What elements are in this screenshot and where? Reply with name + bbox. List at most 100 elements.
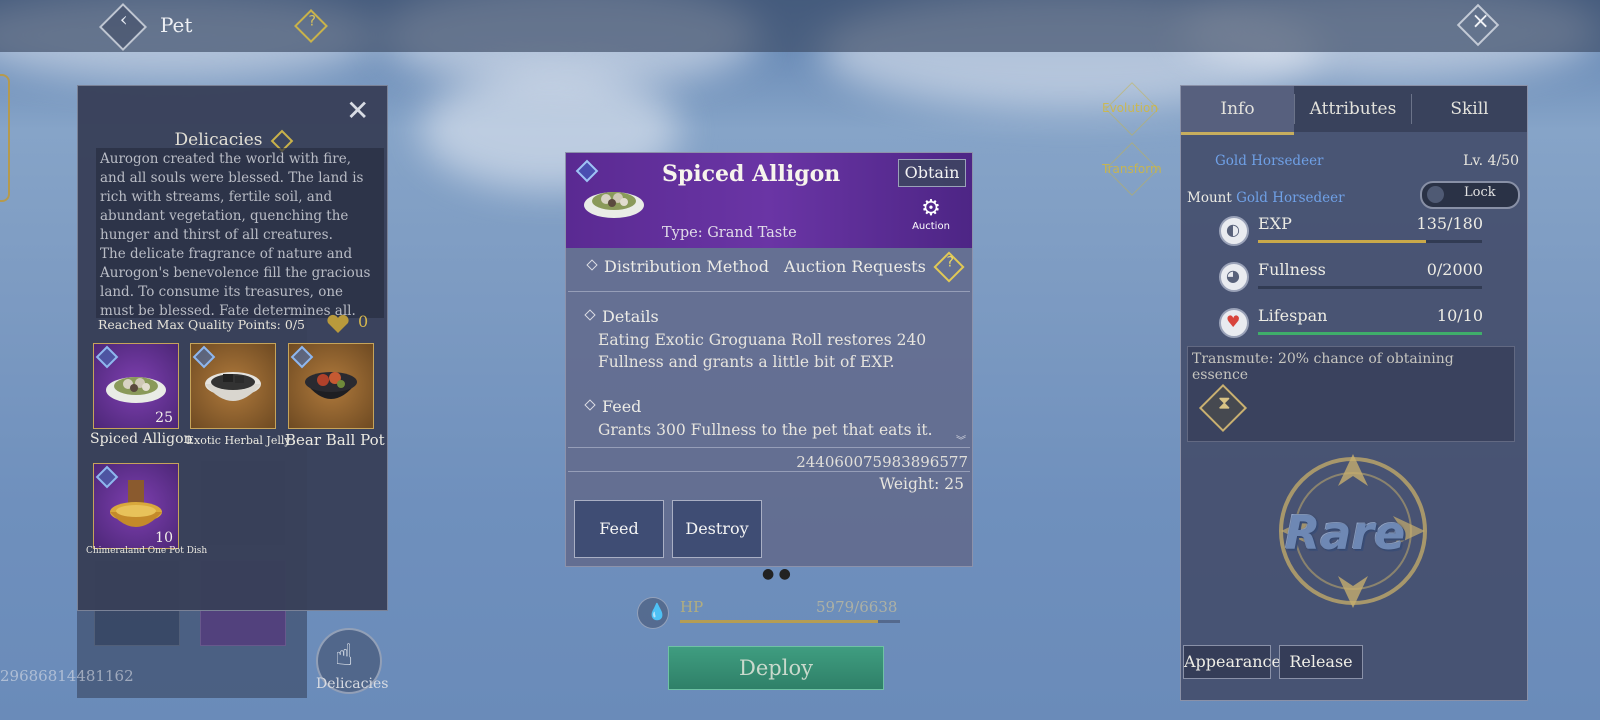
back-chevron-icon: ‹ <box>119 7 128 32</box>
pet-name: Gold Horsedeer <box>1215 153 1324 169</box>
pet-model: ● ● <box>762 566 791 582</box>
item-count: 25 <box>155 410 173 426</box>
lifespan-bar-fill <box>1258 332 1482 335</box>
item-name: Spiced Alligon <box>662 161 841 187</box>
transmute-box: Transmute: 20% chance of obtaining essen… <box>1187 346 1515 442</box>
exp-bar <box>1258 240 1482 243</box>
hotpot-icon <box>110 480 162 527</box>
hp-label: HP <box>680 598 704 616</box>
delicacies-shortcut-label: Delicacies <box>316 676 389 692</box>
feed-button[interactable]: Feed <box>574 500 664 558</box>
stat-name-lifespan: Lifespan <box>1258 306 1328 325</box>
hp-drop-icon: 💧 <box>637 597 669 629</box>
tab-info[interactable]: Info <box>1181 86 1294 135</box>
item-serial: 244060075983896577 <box>796 453 968 471</box>
stat-name-exp: EXP <box>1258 214 1292 233</box>
tab-bar: Info Attributes Skill <box>1181 86 1527 135</box>
item-type: Type: Grand Taste <box>662 225 797 241</box>
heart-count: 0 <box>358 312 369 331</box>
details-title-text: Details <box>602 307 659 326</box>
hp-value: 5979/6638 <box>816 598 898 616</box>
item-slot-bear-ball-pot[interactable] <box>288 343 374 429</box>
item-label: Chimeraland One Pot Dish <box>86 546 208 556</box>
transmute-text: Transmute: 20% chance of obtaining essen… <box>1192 351 1454 383</box>
evolution-link[interactable]: Evolution <box>1102 101 1158 115</box>
lifespan-bar <box>1258 332 1482 335</box>
tab-skill[interactable]: Skill <box>1412 86 1527 132</box>
lore-text: Aurogon created the world with fire, and… <box>96 148 384 318</box>
divider <box>568 471 970 472</box>
delicacies-popup: ✕ Delicacies Aurogon created the world w… <box>77 85 388 611</box>
mount-row: Mount Gold Horsedeer <box>1187 190 1345 206</box>
item-count: 10 <box>155 530 173 546</box>
item-detail-header: Spiced Alligon Type: Grand Taste Obtain … <box>566 153 972 248</box>
distribution-label: Distribution Method <box>604 257 769 276</box>
appearance-button[interactable]: Appearance <box>1183 645 1281 679</box>
mount-label: Mount <box>1187 190 1232 206</box>
feed-hand-icon: ☝ <box>335 638 354 673</box>
auction-button[interactable]: ⚙ Auction <box>906 196 956 233</box>
transform-link[interactable]: Transform <box>1102 162 1162 176</box>
heart-icon <box>327 314 349 333</box>
feed-text: Grants 300 Fullness to the pet that eats… <box>598 421 933 439</box>
auction-icon: ⚙ <box>921 196 941 221</box>
pot-icon <box>305 372 357 399</box>
item-label: Bear Ball Pot <box>285 431 385 449</box>
stat-value-exp: 135/180 <box>1416 214 1483 233</box>
item-label: Exotic Herbal Jelly <box>186 434 291 447</box>
fullness-icon: ◕ <box>1219 262 1249 292</box>
rarity-emblem: Rare <box>1187 446 1519 626</box>
details-title: Details <box>584 307 992 326</box>
divider <box>568 447 970 448</box>
top-bar <box>0 0 1600 52</box>
lock-label: Lock <box>1464 185 1496 200</box>
diamond-bullet-icon <box>584 399 596 411</box>
stat-value-fullness: 0/2000 <box>1426 260 1483 279</box>
details-text: Eating Exotic Groguana Roll restores 240… <box>598 331 927 371</box>
quality-points: Reached Max Quality Points: 0/5 <box>98 317 305 332</box>
rarity-label: Rare <box>1285 506 1406 560</box>
lock-toggle[interactable]: Lock <box>1420 181 1520 209</box>
release-button[interactable]: Release <box>1279 645 1363 679</box>
obtain-button[interactable]: Obtain <box>898 159 966 187</box>
stat-value-lifespan: 10/10 <box>1436 306 1483 325</box>
bowl-icon <box>205 372 261 401</box>
tab-attributes[interactable]: Attributes <box>1295 86 1411 132</box>
feed-title-text: Feed <box>602 397 642 416</box>
item-label: Spiced Alligon <box>90 431 193 447</box>
gem-icon <box>575 159 599 183</box>
item-slot-spiced-alligon[interactable]: 25 <box>93 343 179 429</box>
exp-bar-fill <box>1258 240 1426 243</box>
scroll-down-icon[interactable]: ︾ <box>956 432 966 447</box>
item-slot-chimeraland-one-pot-dish[interactable]: 10 <box>93 463 179 549</box>
question-icon: ? <box>308 13 316 30</box>
mount-name: Gold Horsedeer <box>1236 190 1345 206</box>
item-weight: Weight: 25 <box>879 475 964 493</box>
pet-info-panel: Info Attributes Skill Gold Horsedeer Lv.… <box>1180 85 1528 701</box>
exp-icon: ◐ <box>1219 216 1249 246</box>
distribution-value: Auction Requests <box>784 257 926 276</box>
dish-icon <box>584 192 644 218</box>
gem-icon <box>95 345 119 369</box>
stat-name-fullness: Fullness <box>1258 260 1326 279</box>
popup-title: Delicacies <box>78 129 387 152</box>
item-slot-exotic-herbal-jelly[interactable] <box>190 343 276 429</box>
destroy-button[interactable]: Destroy <box>672 500 762 558</box>
hourglass-icon[interactable]: ⧗ <box>1198 383 1248 433</box>
diamond-bullet-icon <box>584 309 596 321</box>
divider <box>568 291 970 292</box>
close-x-icon: × <box>1471 8 1490 34</box>
question-icon: ? <box>946 254 954 271</box>
dish-icon <box>106 377 166 403</box>
feed-title: Feed <box>584 397 992 416</box>
left-edge-tab[interactable] <box>0 74 10 202</box>
popup-title-text: Delicacies <box>174 130 263 150</box>
diamond-bullet-icon <box>586 259 598 271</box>
auction-label: Auction <box>912 221 950 232</box>
popup-close-button[interactable]: ✕ <box>346 94 369 127</box>
fullness-bar <box>1258 286 1482 289</box>
pet-level: Lv. 4/50 <box>1463 153 1519 169</box>
background-id-text: 29686814481162 <box>0 667 134 685</box>
item-detail-panel: Spiced Alligon Type: Grand Taste Obtain … <box>565 152 973 567</box>
deploy-button[interactable]: Deploy <box>668 646 884 690</box>
